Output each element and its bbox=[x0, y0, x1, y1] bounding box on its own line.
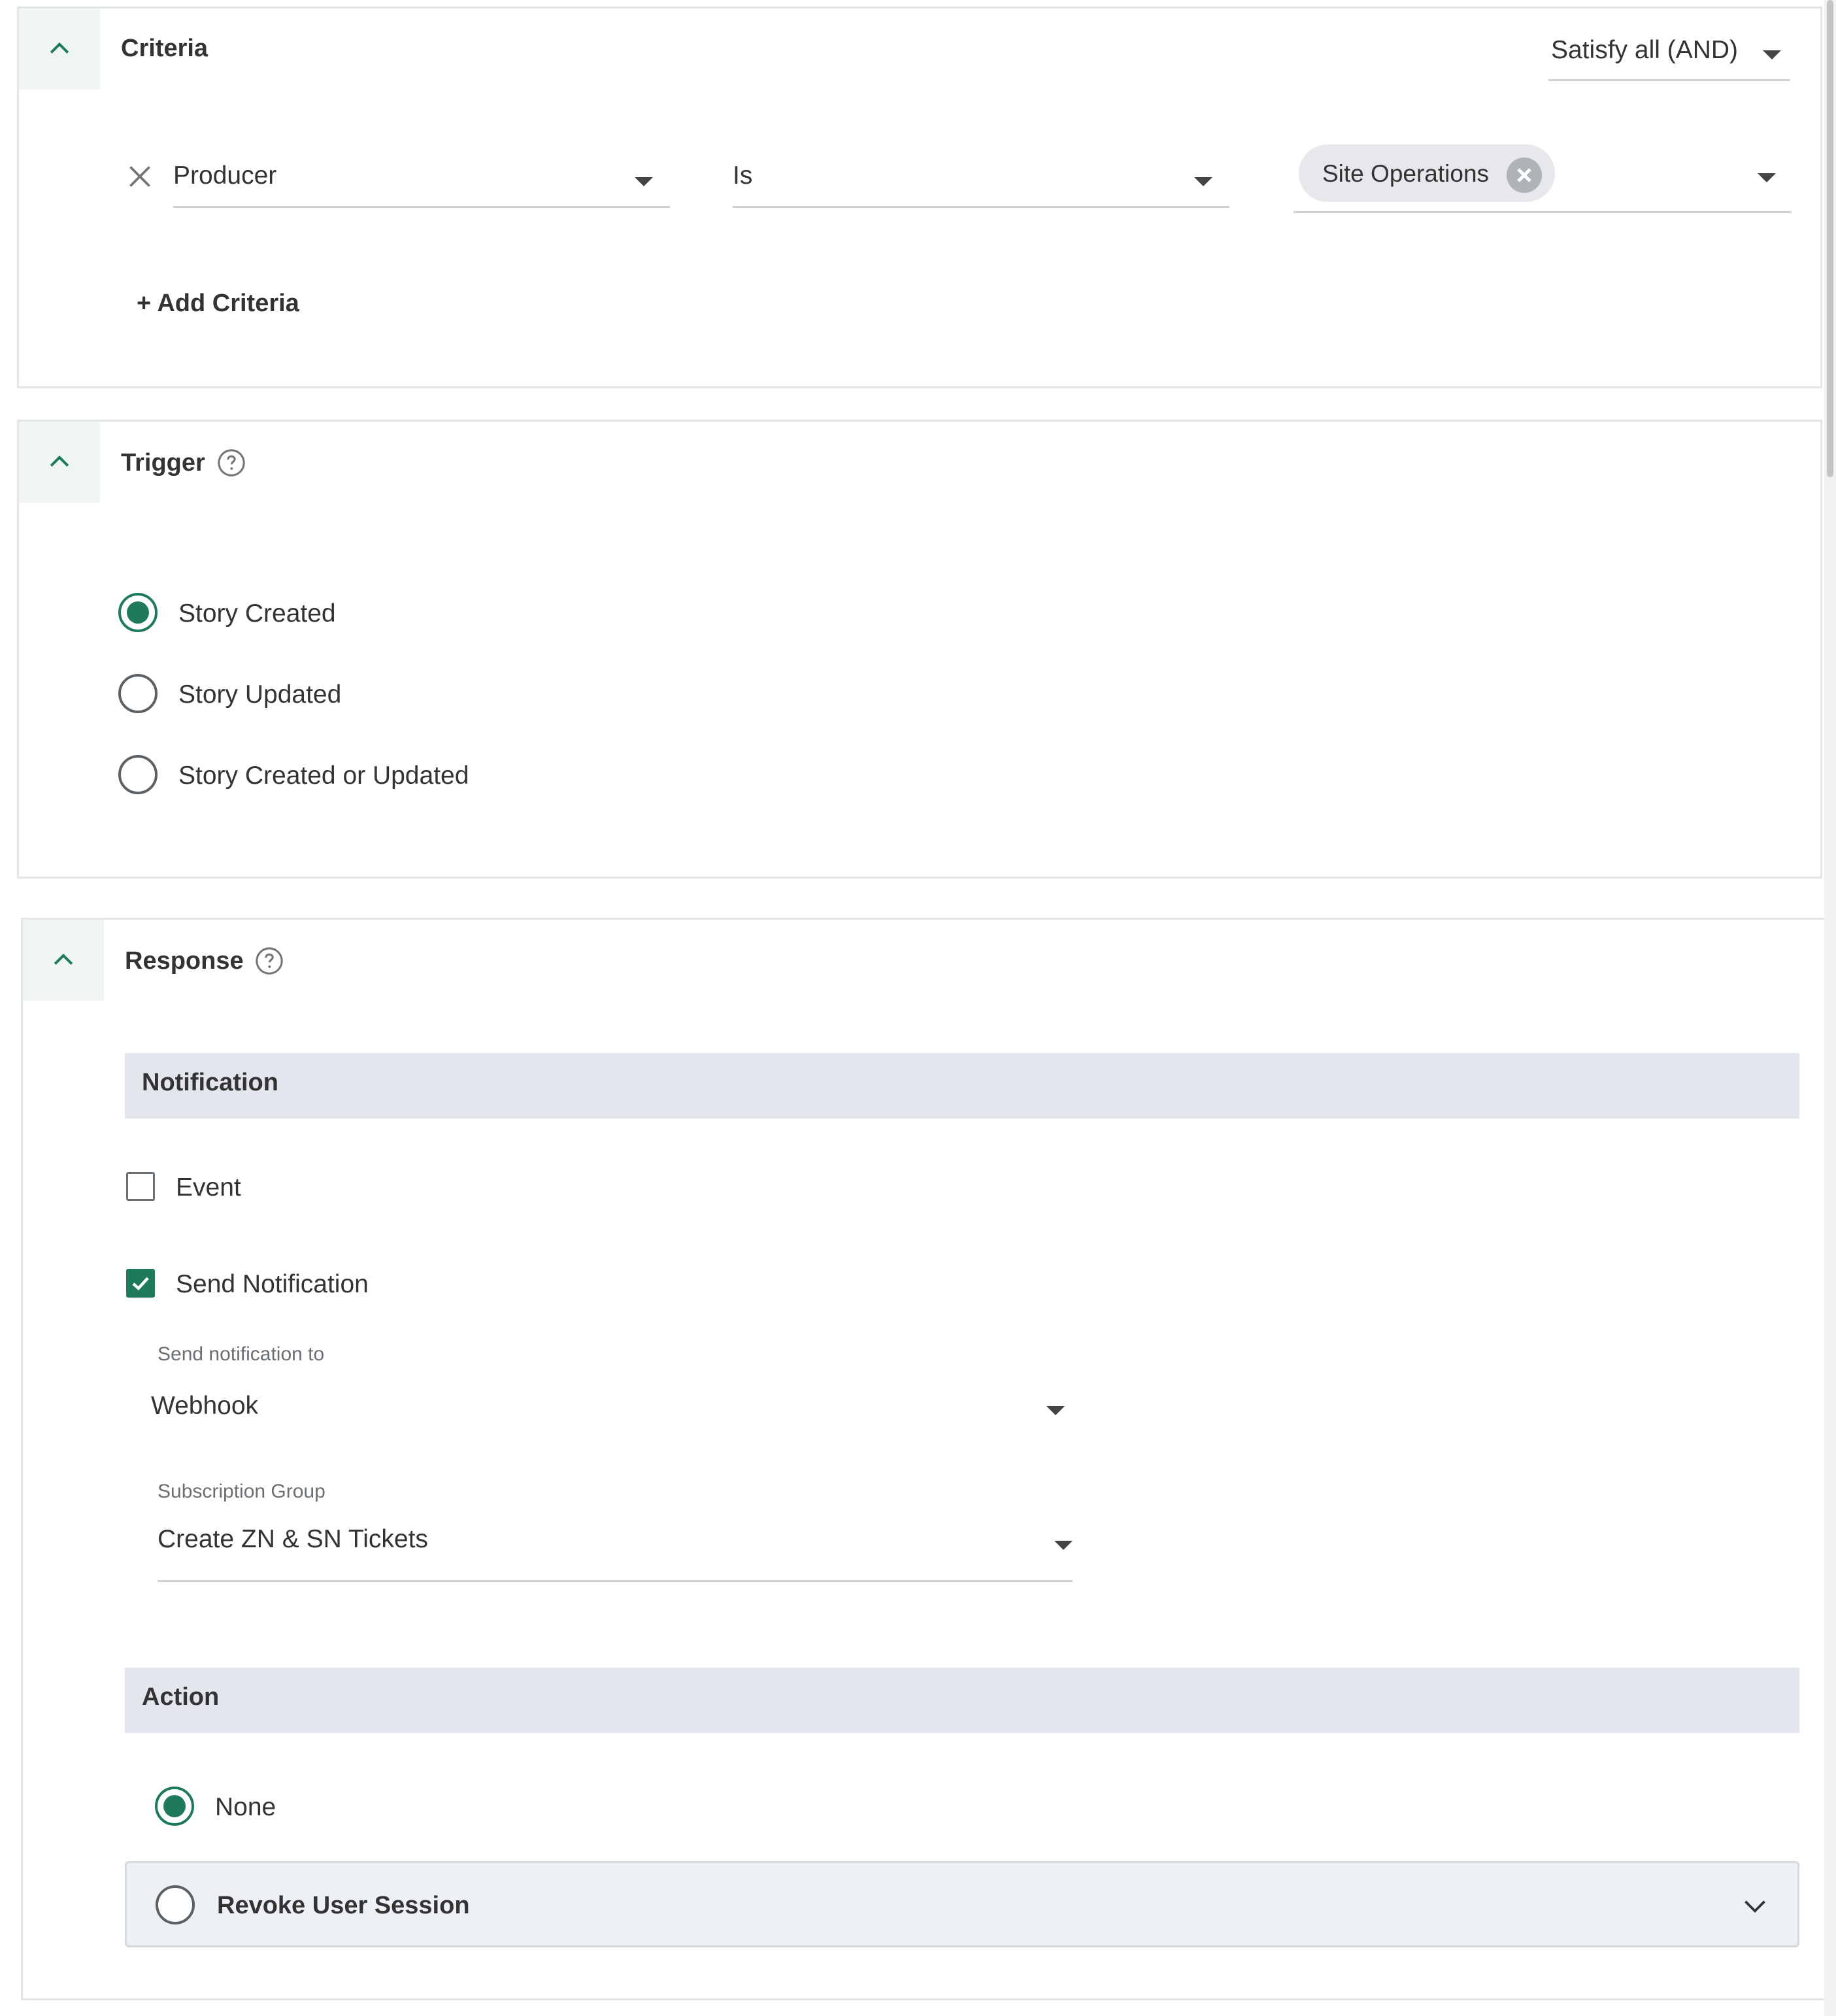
radio-button[interactable] bbox=[118, 674, 158, 713]
trigger-option-label: Story Created bbox=[178, 599, 336, 628]
value-chip: Site Operations bbox=[1299, 144, 1555, 202]
value-chip-label: Site Operations bbox=[1322, 160, 1490, 187]
criteria-operator-dropdown[interactable]: Is bbox=[733, 146, 1229, 209]
trigger-option-label: Story Updated bbox=[178, 680, 342, 709]
subscription-group-dropdown[interactable]: Create ZN & SN Tickets bbox=[158, 1516, 1073, 1583]
criteria-value-underline bbox=[1294, 211, 1792, 213]
help-icon[interactable] bbox=[216, 448, 246, 478]
event-label: Event bbox=[176, 1173, 241, 1201]
chevron-up-icon bbox=[50, 455, 69, 467]
trigger-title: Trigger bbox=[121, 449, 205, 477]
action-option-revoke-user-session[interactable]: Revoke User Session bbox=[125, 1861, 1799, 1947]
criteria-collapse-toggle[interactable] bbox=[19, 8, 100, 90]
caret-down-icon bbox=[1758, 173, 1776, 182]
caret-down-icon bbox=[1054, 1541, 1073, 1550]
action-section-header: Action bbox=[125, 1668, 1799, 1733]
match-mode-value: Satisfy all (AND) bbox=[1551, 36, 1739, 64]
trigger-panel: Trigger Story Created Story Updated Stor… bbox=[17, 420, 1822, 879]
chevron-up-icon bbox=[50, 42, 69, 54]
radio-button[interactable] bbox=[156, 1885, 195, 1924]
criteria-field-value: Producer bbox=[173, 161, 277, 190]
criteria-panel: Criteria Satisfy all (AND) Producer Is S… bbox=[17, 7, 1822, 388]
event-checkbox-row[interactable]: Event bbox=[125, 1168, 517, 1207]
chevron-up-icon bbox=[54, 953, 73, 965]
criteria-operator-value: Is bbox=[733, 161, 753, 190]
criteria-field-underline bbox=[173, 206, 670, 208]
remove-criteria-button[interactable] bbox=[124, 160, 156, 193]
send-notification-checkbox[interactable] bbox=[126, 1269, 155, 1298]
caret-down-icon bbox=[1763, 50, 1781, 59]
close-icon bbox=[129, 166, 150, 187]
criteria-field-dropdown[interactable]: Producer bbox=[173, 146, 670, 209]
trigger-option-story-updated[interactable]: Story Updated bbox=[118, 671, 641, 717]
scrollbar[interactable] bbox=[1824, 0, 1836, 2016]
notification-section-header: Notification bbox=[125, 1053, 1799, 1118]
notification-section-title: Notification bbox=[142, 1069, 278, 1096]
radio-button-selected[interactable] bbox=[155, 1787, 194, 1826]
action-option-label: None bbox=[215, 1793, 276, 1821]
match-mode-dropdown[interactable]: Satisfy all (AND) bbox=[1548, 22, 1790, 82]
action-option-none[interactable]: None bbox=[155, 1784, 547, 1830]
send-notification-checkbox-row[interactable]: Send Notification bbox=[125, 1265, 648, 1304]
event-checkbox[interactable] bbox=[126, 1172, 155, 1201]
trigger-option-story-created-or-updated[interactable]: Story Created or Updated bbox=[118, 752, 707, 798]
match-mode-underline bbox=[1548, 79, 1790, 81]
caret-down-icon bbox=[635, 177, 653, 186]
response-panel: Response Notification Event Send Notific… bbox=[21, 918, 1833, 2000]
caret-down-icon bbox=[1046, 1406, 1065, 1415]
action-section-title: Action bbox=[142, 1683, 220, 1711]
caret-down-icon bbox=[1194, 177, 1212, 186]
trigger-option-story-created[interactable]: Story Created bbox=[118, 590, 641, 636]
response-collapse-toggle[interactable] bbox=[23, 920, 104, 1001]
criteria-operator-underline bbox=[733, 206, 1229, 208]
subscription-group-underline bbox=[158, 1580, 1073, 1582]
scrollbar-thumb[interactable] bbox=[1827, 0, 1833, 477]
check-icon bbox=[132, 1277, 149, 1291]
radio-button[interactable] bbox=[118, 755, 158, 794]
criteria-value-select[interactable]: Site Operations bbox=[1294, 139, 1792, 214]
trigger-option-label: Story Created or Updated bbox=[178, 762, 469, 790]
chip-remove-button[interactable] bbox=[1507, 158, 1542, 193]
send-notification-label: Send Notification bbox=[176, 1270, 369, 1298]
help-icon[interactable] bbox=[254, 946, 284, 976]
chevron-down-icon[interactable] bbox=[1739, 1889, 1771, 1922]
action-option-label: Revoke User Session bbox=[217, 1892, 470, 1919]
send-to-dropdown[interactable]: Webhook bbox=[151, 1384, 1079, 1436]
send-to-value: Webhook bbox=[151, 1392, 259, 1420]
criteria-title: Criteria bbox=[121, 35, 209, 62]
trigger-collapse-toggle[interactable] bbox=[19, 422, 100, 503]
send-to-label: Send notification to bbox=[158, 1343, 325, 1365]
add-criteria-link[interactable]: + Add Criteria bbox=[137, 290, 299, 318]
subscription-group-value: Create ZN & SN Tickets bbox=[158, 1525, 428, 1553]
close-icon bbox=[1517, 168, 1531, 182]
radio-button-selected[interactable] bbox=[118, 593, 158, 632]
subscription-group-label: Subscription Group bbox=[158, 1481, 325, 1502]
response-title: Response bbox=[125, 947, 244, 975]
